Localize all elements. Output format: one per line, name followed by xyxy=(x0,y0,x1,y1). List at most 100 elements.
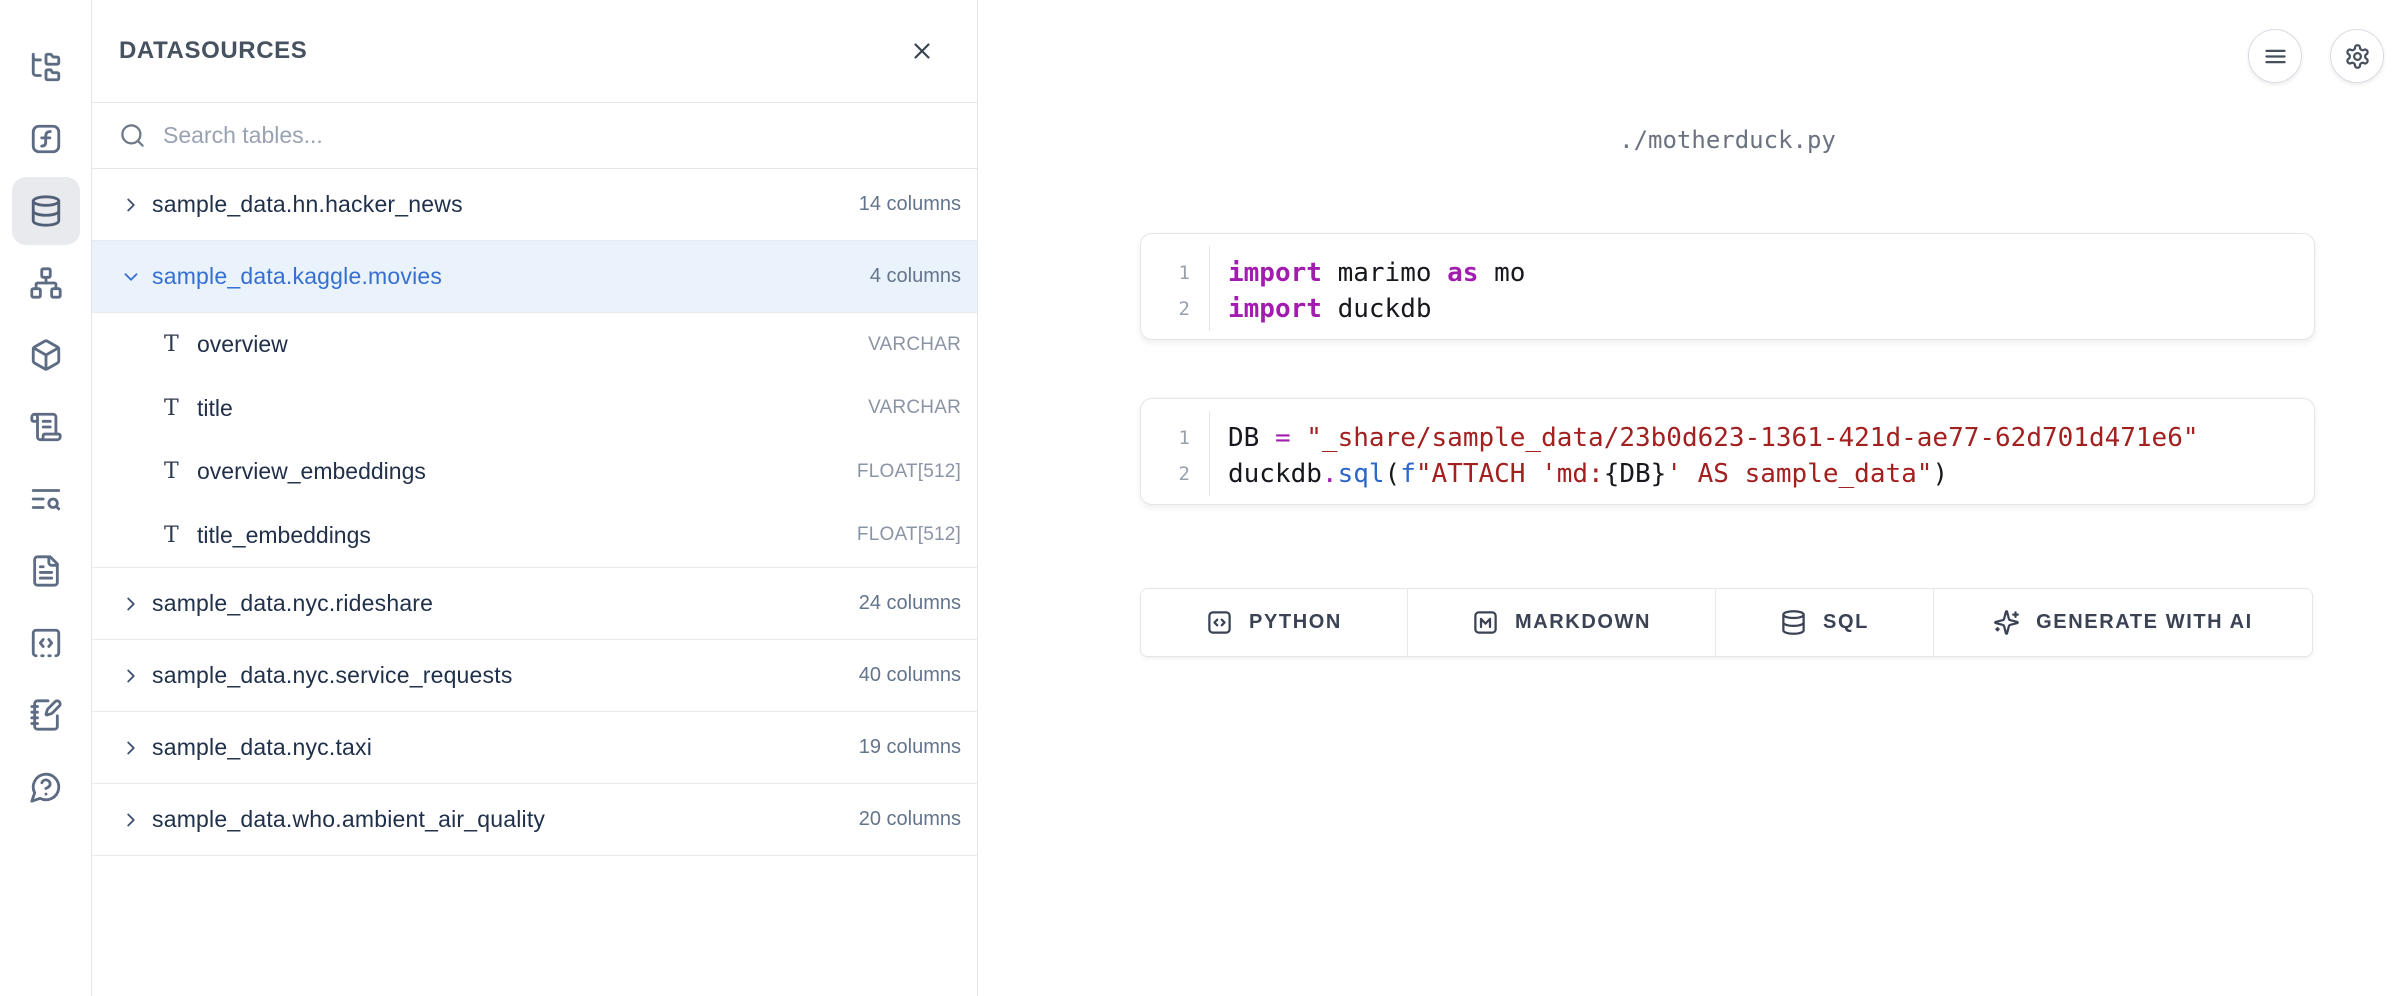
scratchpad-icon xyxy=(29,626,63,660)
table-column-count: 24 columns xyxy=(859,592,961,615)
logs-icon xyxy=(29,482,63,516)
column-name: title xyxy=(197,395,868,422)
column-name: overview xyxy=(197,331,868,358)
line-number: 2 xyxy=(1141,456,1210,492)
text-type-icon: T xyxy=(164,332,197,357)
square-m-icon xyxy=(1472,609,1499,636)
column-row[interactable]: ToverviewVARCHAR xyxy=(92,313,977,377)
table-column-count: 19 columns xyxy=(859,736,961,759)
sidebar-item-packages[interactable] xyxy=(12,321,80,389)
code-editor[interactable]: import marimo as moimport duckdb xyxy=(1210,234,1525,339)
chevron-down-icon xyxy=(120,266,142,288)
sidebar-item-logs[interactable] xyxy=(12,465,80,533)
text-type-icon: T xyxy=(164,523,197,548)
search-icon xyxy=(119,122,146,149)
column-type: FLOAT[512] xyxy=(857,461,961,483)
sidebar-item-snippets[interactable] xyxy=(12,537,80,605)
column-row[interactable]: Toverview_embeddingsFLOAT[512] xyxy=(92,440,977,504)
column-row[interactable]: Ttitle_embeddingsFLOAT[512] xyxy=(92,504,977,568)
table-name: sample_data.who.ambient_air_quality xyxy=(152,806,859,833)
code-editor[interactable]: DB = "_share/sample_data/23b0d623-1361-4… xyxy=(1210,399,2199,504)
table-name: sample_data.hn.hacker_news xyxy=(152,191,859,218)
code-line: import marimo as mo xyxy=(1228,255,1525,291)
chevron-right-icon xyxy=(120,809,142,831)
table-column-count: 40 columns xyxy=(859,664,961,687)
notebook-icon xyxy=(29,698,63,732)
text-type-icon: T xyxy=(164,459,197,484)
column-name: overview_embeddings xyxy=(197,458,857,485)
column-type: VARCHAR xyxy=(868,397,961,419)
sidebar-item-datasources[interactable] xyxy=(12,177,80,245)
chevron-down-icon xyxy=(120,266,142,288)
snippets-icon xyxy=(29,554,63,588)
help-icon xyxy=(29,770,63,804)
notebook-menu-button[interactable] xyxy=(2248,29,2302,83)
search-input[interactable] xyxy=(163,122,953,149)
column-row[interactable]: TtitleVARCHAR xyxy=(92,377,977,441)
table-row[interactable]: sample_data.kaggle.movies4 columns xyxy=(92,241,977,313)
datasources-icon xyxy=(29,194,63,228)
column-name: title_embeddings xyxy=(197,522,857,549)
sidebar-item-functions[interactable] xyxy=(12,105,80,173)
notebook-filename[interactable]: ./motherduck.py xyxy=(1140,126,2315,154)
add-markdown-cell-button[interactable]: MARKDOWN xyxy=(1408,589,1716,656)
line-number: 1 xyxy=(1141,255,1210,291)
close-icon xyxy=(909,38,935,64)
chevron-right-icon xyxy=(120,809,142,831)
sidebar-item-scratchpad[interactable] xyxy=(12,609,80,677)
table-column-count: 20 columns xyxy=(859,808,961,831)
table-list: sample_data.hn.hacker_news14 columnssamp… xyxy=(92,169,977,856)
table-name: sample_data.nyc.rideshare xyxy=(152,590,859,617)
chevron-right-icon xyxy=(120,665,142,687)
add-cell-button-label: SQL xyxy=(1823,611,1869,634)
table-row[interactable]: sample_data.hn.hacker_news14 columns xyxy=(92,169,977,241)
code-line: duckdb.sql(f"ATTACH 'md:{DB}' AS sample_… xyxy=(1228,456,2199,492)
dependency-graph-icon xyxy=(29,266,63,300)
sidebar-item-documentation[interactable] xyxy=(12,393,80,461)
chevron-right-icon xyxy=(120,593,142,615)
add-cell-button-label: PYTHON xyxy=(1249,611,1342,634)
chevron-right-icon xyxy=(120,194,142,216)
column-type: FLOAT[512] xyxy=(857,524,961,546)
settings-button[interactable] xyxy=(2330,29,2384,83)
code-cell[interactable]: 12 DB = "_share/sample_data/23b0d623-1361… xyxy=(1140,398,2315,505)
line-number: 1 xyxy=(1141,420,1210,456)
gear-icon xyxy=(2344,43,2371,70)
square-code-icon xyxy=(1206,609,1233,636)
table-row[interactable]: sample_data.nyc.service_requests40 colum… xyxy=(92,640,977,712)
add-cell-toolbar: PYTHON MARKDOWN SQL GENERATE WITH AI xyxy=(1140,588,2313,657)
table-name: sample_data.kaggle.movies xyxy=(152,263,870,290)
functions-icon xyxy=(29,122,63,156)
code-cell[interactable]: 12import marimo as moimport duckdb xyxy=(1140,233,2315,340)
sidebar-item-file-explorer[interactable] xyxy=(12,33,80,101)
add-python-cell-button[interactable]: PYTHON xyxy=(1141,589,1408,656)
chevron-right-icon xyxy=(120,665,142,687)
datasources-panel: DATASOURCES sample_data.hn.hacker_news14… xyxy=(92,0,978,996)
table-row[interactable]: sample_data.nyc.taxi19 columns xyxy=(92,712,977,784)
sidebar-item-dependency-graph[interactable] xyxy=(12,249,80,317)
chevron-right-icon xyxy=(120,194,142,216)
line-number-gutter: 12 xyxy=(1141,399,1210,504)
code-line: DB = "_share/sample_data/23b0d623-1361-4… xyxy=(1228,420,2199,456)
column-type: VARCHAR xyxy=(868,334,961,356)
add-sql-cell-button[interactable]: SQL xyxy=(1716,589,1934,656)
add-generate-with-ai-cell-button[interactable]: GENERATE WITH AI xyxy=(1934,589,2312,656)
line-number: 2 xyxy=(1141,291,1210,327)
line-number-gutter: 12 xyxy=(1141,234,1210,339)
table-row[interactable]: sample_data.nyc.rideshare24 columns xyxy=(92,568,977,640)
table-columns: ToverviewVARCHARTtitleVARCHARToverview_e… xyxy=(92,313,977,568)
menu-icon xyxy=(2262,43,2289,70)
database-icon xyxy=(1780,609,1807,636)
sparkles-icon xyxy=(1993,609,2020,636)
table-name: sample_data.nyc.service_requests xyxy=(152,662,859,689)
chevron-right-icon xyxy=(120,737,142,759)
code-line: import duckdb xyxy=(1228,291,1525,327)
sidebar-item-help[interactable] xyxy=(12,753,80,821)
table-column-count: 14 columns xyxy=(859,193,961,216)
sidebar-item-notebook[interactable] xyxy=(12,681,80,749)
close-panel-button[interactable] xyxy=(907,36,937,66)
documentation-icon xyxy=(29,410,63,444)
table-row[interactable]: sample_data.who.ambient_air_quality20 co… xyxy=(92,784,977,856)
text-type-icon: T xyxy=(164,396,197,421)
add-cell-button-label: MARKDOWN xyxy=(1515,611,1651,634)
